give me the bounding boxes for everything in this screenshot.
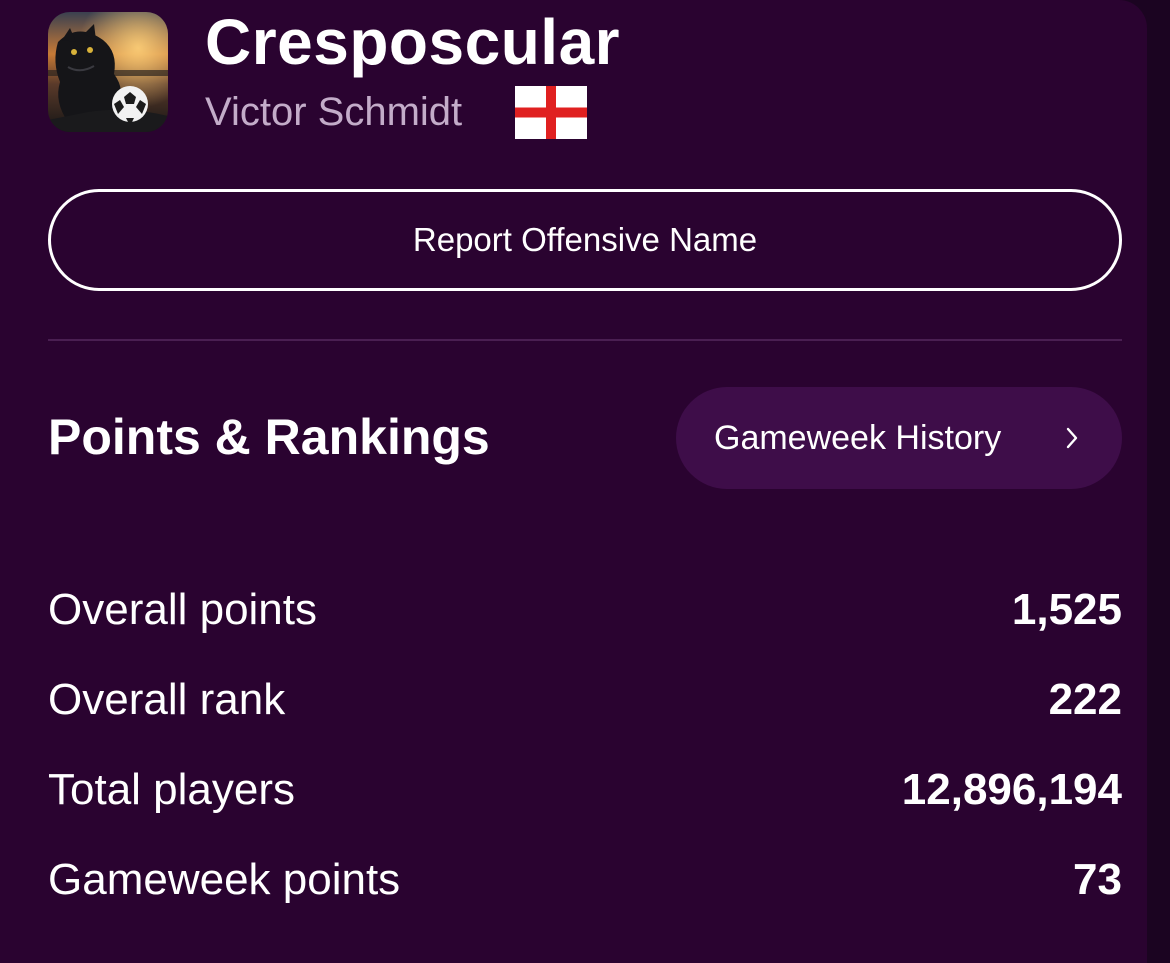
report-offensive-name-button[interactable]: Report Offensive Name	[48, 189, 1122, 291]
team-avatar-image	[48, 12, 168, 132]
stat-row-gameweek-points: Gameweek points 73	[48, 850, 1122, 910]
team-details-panel: Cresposcular Victor Schmidt Report Offen…	[0, 0, 1147, 963]
stat-value: 222	[1048, 675, 1122, 724]
stat-row-total-players: Total players 12,896,194	[48, 760, 1122, 820]
stat-row-overall-rank: Overall rank 222	[48, 670, 1122, 730]
chevron-right-icon	[1062, 425, 1082, 451]
points-rankings-heading: Points & Rankings	[48, 409, 490, 465]
panther-avatar-icon	[48, 12, 168, 132]
stat-value: 12,896,194	[901, 765, 1122, 814]
stat-label: Overall rank	[48, 675, 286, 724]
manager-name: Victor Schmidt	[205, 90, 463, 134]
stat-label: Gameweek points	[48, 855, 401, 904]
gameweek-history-label: Gameweek History	[714, 418, 1002, 457]
stat-row-overall-points: Overall points 1,525	[48, 580, 1122, 640]
stat-value: 1,525	[1011, 585, 1122, 634]
gameweek-history-button[interactable]: Gameweek History	[676, 387, 1122, 489]
england-flag-icon	[515, 86, 587, 139]
team-name: Cresposcular	[205, 6, 621, 78]
section-divider	[48, 339, 1122, 341]
stat-value: 73	[1073, 855, 1122, 904]
stat-label: Total players	[48, 765, 296, 814]
stat-label: Overall points	[48, 585, 318, 634]
